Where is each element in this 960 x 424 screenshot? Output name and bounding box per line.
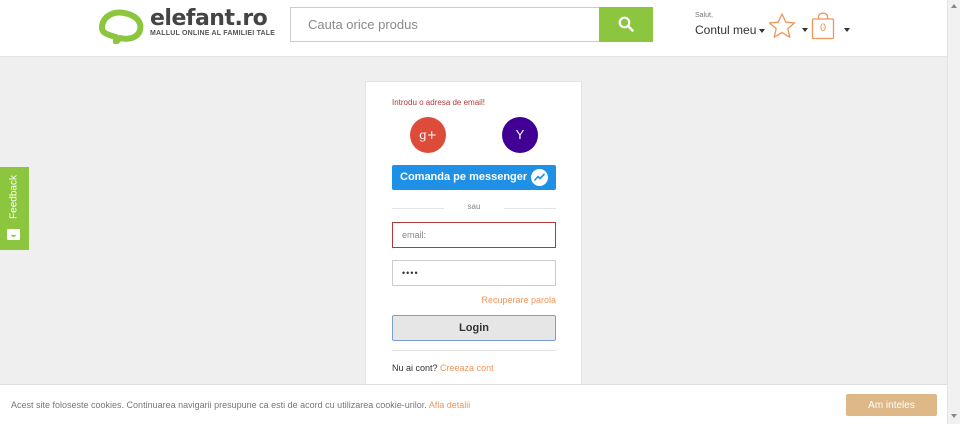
feedback-label: Feedback bbox=[8, 175, 20, 219]
divider bbox=[392, 350, 556, 351]
login-button[interactable]: Login bbox=[392, 315, 556, 341]
account-link-label: Contul meu bbox=[695, 23, 757, 37]
separator-label: sau bbox=[444, 202, 504, 211]
search-icon bbox=[618, 16, 634, 32]
account-greeting: Salut, bbox=[695, 12, 713, 19]
create-account-link[interactable]: Creeaza cont bbox=[440, 363, 494, 373]
signup-prompt: Nu ai cont? Creeaza cont bbox=[392, 363, 494, 373]
search-button[interactable] bbox=[599, 7, 653, 42]
logo[interactable]: elefant.ro MALLUL ONLINE AL FAMILIEI TAL… bbox=[96, 6, 276, 44]
password-field[interactable] bbox=[392, 260, 556, 286]
messenger-order-button[interactable]: Comanda pe messenger bbox=[392, 165, 556, 190]
google-plus-icon: g+ bbox=[419, 128, 437, 142]
chevron-down-icon bbox=[802, 28, 808, 32]
cookie-message: Acest site foloseste cookies. Continuare… bbox=[11, 400, 470, 410]
elephant-logo-icon bbox=[99, 9, 144, 44]
yahoo-login-button[interactable]: Y bbox=[502, 117, 538, 153]
yahoo-icon: Y bbox=[515, 127, 525, 142]
search-bar bbox=[290, 7, 653, 42]
messenger-button-label: Comanda pe messenger bbox=[400, 171, 528, 183]
cookie-text: Acest site foloseste cookies. Continuare… bbox=[11, 400, 427, 410]
messenger-icon bbox=[531, 169, 548, 186]
recover-password-link[interactable]: Recuperare parola bbox=[471, 295, 556, 305]
scroll-up-icon[interactable] bbox=[951, 4, 957, 8]
cookie-accept-button[interactable]: Am inteles bbox=[846, 394, 937, 416]
email-field[interactable] bbox=[392, 222, 556, 248]
chevron-down-icon bbox=[759, 28, 766, 33]
scroll-down-icon[interactable] bbox=[951, 414, 957, 418]
logo-tagline: MALLUL ONLINE AL FAMILIEI TALE bbox=[150, 30, 276, 37]
logo-text: elefant.ro bbox=[150, 6, 268, 31]
account-link[interactable]: Contul meu bbox=[695, 23, 766, 37]
wishlist-button[interactable] bbox=[767, 12, 808, 42]
cart-count: 0 bbox=[819, 22, 827, 34]
cookie-bar: Acest site foloseste cookies. Continuare… bbox=[0, 384, 947, 424]
feedback-icon bbox=[7, 229, 20, 240]
star-icon bbox=[768, 13, 796, 38]
cart-button[interactable]: 0 bbox=[811, 12, 851, 42]
search-input[interactable] bbox=[290, 7, 599, 42]
cookie-details-link[interactable]: Afla detalii bbox=[429, 400, 471, 410]
no-account-text: Nu ai cont? bbox=[392, 363, 438, 373]
page-scrollbar[interactable] bbox=[947, 0, 960, 424]
header: elefant.ro MALLUL ONLINE AL FAMILIEI TAL… bbox=[0, 0, 947, 57]
email-error-message: Introdu o adresa de email! bbox=[392, 98, 485, 107]
login-card: Introdu o adresa de email! g+ Y Comanda … bbox=[365, 81, 582, 401]
google-login-button[interactable]: g+ bbox=[410, 117, 446, 153]
chevron-down-icon bbox=[844, 28, 850, 32]
feedback-tab[interactable]: Feedback bbox=[0, 167, 29, 250]
